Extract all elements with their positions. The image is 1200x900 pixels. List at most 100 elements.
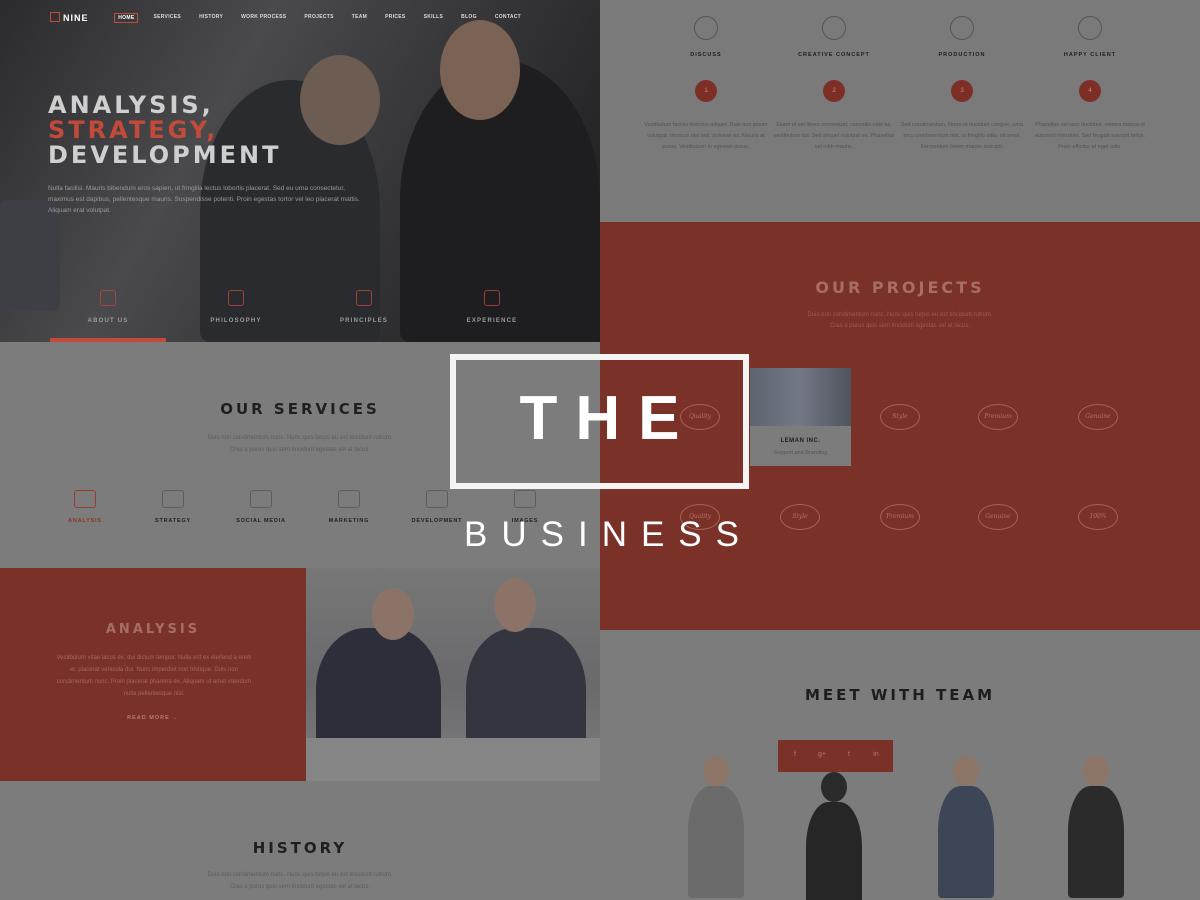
hero-title: ANALYSIS, STRATEGY, DEVELOPMENT: [48, 93, 281, 168]
linkedin-icon[interactable]: in: [871, 751, 881, 761]
history-subtitle-2: Cras a purus quis sem tincidunt egestas …: [229, 884, 371, 890]
project-badge-logo[interactable]: 100%: [1078, 504, 1118, 530]
gear-icon: [426, 490, 448, 508]
projects-subtitle-1: Duis non condimentum nunc. Nunc quis tur…: [807, 312, 993, 318]
hero-link-label: PHILOSOPHY: [210, 318, 262, 324]
monitor-icon: [162, 490, 184, 508]
projects-subtitle: Duis non condimentum nunc. Nunc quis tur…: [600, 310, 1200, 332]
service-tab-label: SOCIAL MEDIA: [236, 518, 286, 524]
photo-person-right-head: [494, 578, 536, 632]
service-tab-analysis[interactable]: ANALYSIS: [40, 490, 130, 524]
project-card-name: LEMAN INC.: [780, 438, 821, 444]
process-step-label: CREATIVE CONCEPT: [798, 52, 870, 58]
nav-item-prices[interactable]: PRICES: [382, 13, 408, 23]
work-process-section: DISCUSS 1 Vestibulum facilisi rhoncus aliq…: [600, 0, 1200, 222]
film-icon: [250, 490, 272, 508]
twitter-icon[interactable]: t: [844, 751, 854, 761]
service-tab-social-media[interactable]: SOCIAL MEDIA: [216, 490, 306, 524]
lightbulb-icon: [228, 290, 244, 306]
project-badge-logo[interactable]: Premium: [978, 404, 1018, 430]
team-member-head: [821, 772, 847, 802]
photo-desk: [306, 738, 600, 781]
hero-icon-row: ABOUT US PHILOSOPHY PRINCIPLES EXPERIENCE: [0, 290, 600, 330]
nav-item-contact[interactable]: CONTACT: [492, 13, 524, 23]
hero-section: NINE HOME SERVICES HISTORY WORK PROCESS PROJ…: [0, 0, 600, 342]
nav-item-skills[interactable]: SKILLS: [421, 13, 447, 23]
process-step-text: Sed condimentum, libero et tincidunt con…: [900, 122, 1024, 150]
team-section: MEET WITH TEAM: [600, 630, 1200, 900]
satellite-icon: [950, 16, 974, 40]
project-card-desc: Support and Branding: [773, 450, 828, 456]
nav-item-team[interactable]: TEAM: [349, 13, 370, 23]
hero-link-about-us[interactable]: ABOUT US: [58, 290, 158, 324]
process-step-label: PRODUCTION: [938, 52, 986, 58]
nav-menu: HOME SERVICES HISTORY WORK PROCESS PROJECTS T…: [114, 13, 524, 23]
project-badge-logo[interactable]: Genuine: [1078, 404, 1118, 430]
team-member-head: [1083, 756, 1109, 786]
nav-item-projects[interactable]: PROJECTS: [301, 13, 336, 23]
hero-link-philosophy[interactable]: PHILOSOPHY: [186, 290, 286, 324]
team-member-body: [938, 786, 994, 898]
hero-link-label: ABOUT US: [87, 318, 129, 324]
analysis-photo: [306, 568, 600, 781]
service-tab-label: MARKETING: [328, 518, 370, 524]
hero-text: Nulla facilisi. Mauris bibendum eros sap…: [48, 185, 360, 214]
hero-title-line3: DEVELOPMENT: [48, 141, 282, 169]
hero-link-principles[interactable]: PRINCIPLES: [314, 290, 414, 324]
process-step-label: HAPPY CLIENT: [1063, 52, 1117, 58]
team-member-body: [1068, 786, 1124, 898]
lightbulb-icon: [822, 16, 846, 40]
process-step-number: 3: [951, 80, 973, 102]
project-card[interactable]: LEMAN INC. Support and Branding: [750, 368, 851, 466]
hero-link-label: PRINCIPLES: [339, 318, 388, 324]
nav-item-history[interactable]: HISTORY: [196, 13, 226, 23]
analysis-title: ANALYSIS: [105, 622, 201, 637]
microphone-icon: [338, 490, 360, 508]
hero-title-line2: STRATEGY,: [48, 116, 219, 144]
nav-item-services[interactable]: SERVICES: [150, 13, 184, 23]
overlay-title-the: THE: [519, 384, 698, 453]
history-title: HISTORY: [252, 839, 348, 857]
projects-subtitle-2: Cras a purus quis sem tincidunt egestas …: [829, 323, 971, 329]
project-badge-logo[interactable]: Style: [880, 404, 920, 430]
team-member-4[interactable]: [1040, 738, 1150, 898]
process-step-number: 4: [1079, 80, 1101, 102]
service-tab-strategy[interactable]: STRATEGY: [128, 490, 218, 524]
team-member-2[interactable]: [778, 754, 888, 900]
analysis-panel: ANALYSIS Vestibulum vitae lacus ex, dui …: [0, 568, 306, 781]
people-icon: [100, 290, 116, 306]
camera-icon: [514, 490, 536, 508]
project-badge-logo[interactable]: Style: [780, 504, 820, 530]
service-tab-label: STRATEGY: [155, 518, 191, 524]
hero-title-line1: ANALYSIS,: [48, 91, 214, 119]
team-social-bar: f g+ t in: [778, 740, 893, 772]
history-subtitle-1: Duis non condimentum nunc. Nunc quis tur…: [207, 872, 393, 878]
project-badge-logo[interactable]: Genuine: [978, 504, 1018, 530]
pencil-ruler-icon: [74, 490, 96, 508]
history-section: HISTORY Duis non condimentum nunc. Nunc …: [0, 781, 600, 900]
team-title: MEET WITH TEAM: [804, 686, 996, 704]
heart-icon: [1078, 16, 1102, 40]
team-member-3[interactable]: [910, 738, 1020, 898]
service-tab-marketing[interactable]: MARKETING: [304, 490, 394, 524]
team-member-head: [703, 756, 729, 786]
project-card-image: [750, 368, 851, 426]
process-step-text: Etiam id est libero consequat, convallis…: [773, 122, 895, 150]
process-step-text: Phasellus vel sem tincidunt, viverra mas…: [1034, 122, 1146, 150]
nav-item-blog[interactable]: BLOG: [458, 13, 480, 23]
google-plus-icon[interactable]: g+: [817, 751, 827, 761]
project-badge-logo[interactable]: Premium: [880, 504, 920, 530]
team-member-head: [953, 756, 979, 786]
hero-link-experience[interactable]: EXPERIENCE: [442, 290, 542, 324]
hero-person-left-head: [300, 55, 380, 145]
compass-icon: [356, 290, 372, 306]
chat-bubble-icon: [694, 16, 718, 40]
logo[interactable]: NINE: [50, 12, 89, 23]
process-step-number: 2: [823, 80, 845, 102]
read-more-link[interactable]: READ MORE →: [0, 715, 306, 721]
facebook-icon[interactable]: f: [790, 751, 800, 761]
nav-item-work-process[interactable]: WORK PROCESS: [238, 13, 289, 23]
team-member-1[interactable]: [660, 738, 770, 898]
nav-item-home[interactable]: HOME: [114, 13, 139, 23]
team-member-body: [688, 786, 744, 898]
